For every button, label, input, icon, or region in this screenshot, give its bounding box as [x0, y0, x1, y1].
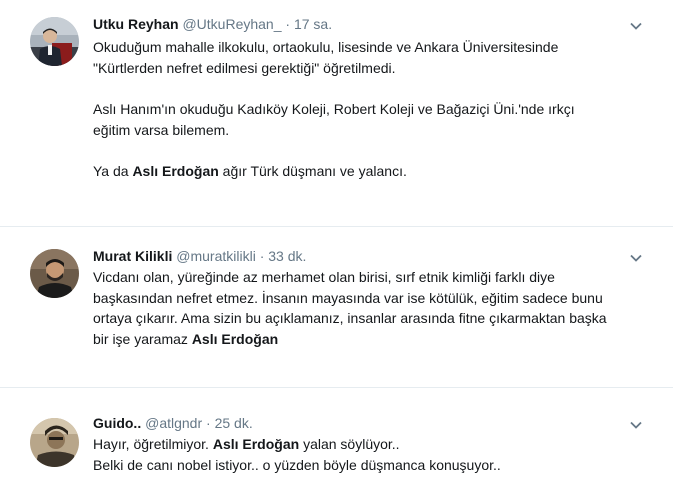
tweet-line: Aslı Hanım'ın okuduğu Kadıköy Koleji, Ro…: [93, 99, 633, 120]
tweet-line: eğitim varsa bilemem.: [93, 120, 633, 141]
avatar-photo-icon: [30, 249, 79, 298]
tweet-text-segment: Okuduğum mahalle ilkokulu, ortaokulu, li…: [93, 39, 559, 55]
tweet-header: Utku Reyhan @UtkuReyhan_ · 17 sa.: [93, 15, 332, 33]
tweet-line: Okuduğum mahalle ilkokulu, ortaokulu, li…: [93, 37, 633, 58]
tweet-text-segment: ağır Türk düşmanı ve yalancı.: [218, 163, 407, 179]
tweet-line: "Kürtlerden nefret edilmesi gerektiği" ö…: [93, 58, 633, 79]
separator-dot: ·: [259, 248, 265, 264]
author-fullname[interactable]: Guido..: [93, 415, 141, 431]
tweet-line: ortaya çıkarır. Ama sizin bu açıklamanız…: [93, 308, 633, 329]
chevron-down-icon[interactable]: [629, 251, 643, 265]
chevron-down-icon[interactable]: [629, 418, 643, 432]
tweet-text: Hayır, öğretilmiyor. Aslı Erdoğan yalan …: [93, 434, 633, 475]
tweet-text-segment: Ya da: [93, 163, 133, 179]
separator-dot: ·: [206, 415, 211, 431]
tweet[interactable]: Utku Reyhan @UtkuReyhan_ · 17 sa. Okuduğ…: [0, 0, 673, 226]
avatar-photo-icon: [30, 17, 79, 66]
tweet[interactable]: Murat Kilikli @muratkilikli · 33 dk. Vic…: [0, 227, 673, 387]
tweet-line: Vicdanı olan, yüreğinde az merhamet olan…: [93, 267, 633, 288]
tweet-timestamp[interactable]: 25 dk.: [215, 415, 253, 431]
tweet-line: Ya da Aslı Erdoğan ağır Türk düşmanı ve …: [93, 161, 633, 182]
tweet-text-segment: Aslı Hanım'ın okuduğu Kadıköy Koleji, Ro…: [93, 101, 575, 117]
tweet-header: Murat Kilikli @muratkilikli · 33 dk.: [93, 247, 306, 265]
mention-name: Aslı Erdoğan: [212, 436, 300, 452]
tweet-text-segment: başkasından nefret etmez. İnsanın mayası…: [93, 289, 603, 306]
tweet-line: bir işe yaramaz Aslı Erdoğan: [93, 329, 633, 350]
tweet-timestamp[interactable]: 17 sa.: [294, 16, 332, 32]
avatar-photo-icon: [30, 418, 79, 467]
author-fullname[interactable]: Utku Reyhan: [93, 16, 179, 32]
tweet-text: Okuduğum mahalle ilkokulu, ortaokulu, li…: [93, 37, 633, 182]
tweet-text-segment: yalan söylüyor..: [299, 436, 400, 452]
avatar[interactable]: [30, 418, 79, 467]
tweet-line: Hayır, öğretilmiyor. Aslı Erdoğan yalan …: [93, 434, 633, 455]
tweet-text-segment: bir işe yaramaz: [93, 330, 192, 347]
tweet-line: Belki de canı nobel istiyor.. o yüzden b…: [93, 455, 633, 476]
author-username[interactable]: @muratkilikli: [176, 248, 256, 264]
tweet-text-segment: "Kürtlerden nefret edilmesi gerektiği" ö…: [93, 59, 396, 76]
tweet-header: Guido.. @atlgndr · 25 dk.: [93, 414, 253, 432]
author-username[interactable]: @atlgndr: [145, 415, 202, 431]
tweet-timestamp[interactable]: 33 dk.: [268, 248, 306, 264]
mention-name: Aslı Erdoğan: [132, 163, 219, 179]
avatar[interactable]: [30, 17, 79, 66]
tweet[interactable]: Guido.. @atlgndr · 25 dk. Hayır, öğretil…: [0, 388, 673, 496]
avatar[interactable]: [30, 249, 79, 298]
tweet-text-segment: eğitim varsa bilemem.: [93, 121, 230, 138]
author-username[interactable]: @UtkuReyhan_: [182, 16, 281, 32]
author-fullname[interactable]: Murat Kilikli: [93, 248, 172, 264]
tweet-text-segment: Belki de canı nobel istiyor.. o yüzden b…: [93, 456, 501, 473]
tweet-text-segment: Hayır, öğretilmiyor.: [93, 436, 213, 452]
chevron-down-icon[interactable]: [629, 19, 643, 33]
tweet-text-segment: ortaya çıkarır. Ama sizin bu açıklamanız…: [93, 310, 607, 326]
tweet-text-segment: Vicdanı olan, yüreğinde az merhamet olan…: [93, 269, 555, 285]
separator-dot: ·: [285, 16, 291, 32]
tweet-text: Vicdanı olan, yüreğinde az merhamet olan…: [93, 267, 633, 349]
mention-name: Aslı Erdoğan: [191, 330, 279, 347]
tweet-line: başkasından nefret etmez. İnsanın mayası…: [93, 288, 633, 309]
